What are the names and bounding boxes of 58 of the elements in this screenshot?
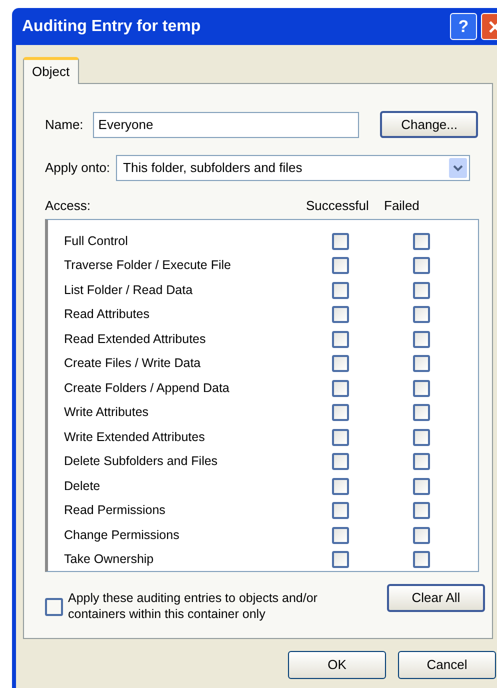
permission-label: Traverse Folder / Execute File [64,257,232,274]
checkbox[interactable] [413,428,430,446]
object-tab[interactable]: Object [23,57,79,84]
checkbox[interactable] [332,306,349,324]
name-field[interactable]: Everyone [93,112,360,138]
checkbox[interactable] [413,404,430,422]
field-label: Name: [45,116,84,134]
ok-button[interactable]: OK [288,651,386,679]
checkbox-label: Apply these auditing entries to objects and/or containers within this container only [68,590,318,622]
checkbox[interactable] [332,257,349,274]
permission-label: Take Ownership [64,551,155,568]
permission-label: Create Files / Write Data [64,355,202,372]
checkbox[interactable] [332,453,349,470]
field-label: Apply onto: [45,159,110,178]
checkbox[interactable] [413,330,430,348]
checkbox[interactable] [413,232,430,250]
checkbox[interactable] [413,478,430,495]
permission-label: Read Extended Attributes [64,330,207,348]
checkbox[interactable] [332,404,349,422]
permission-label: Read Attributes [64,306,150,324]
checkbox[interactable] [332,526,349,544]
checkbox[interactable] [332,380,349,397]
checkbox[interactable] [413,257,430,274]
checkbox[interactable] [45,598,63,616]
checkbox[interactable] [413,380,430,397]
permission-label: Full Control [64,232,129,250]
access-label: Access: [45,196,92,214]
column-header: Successful [306,196,370,214]
checkbox[interactable] [413,453,430,470]
permission-label: Change Permissions [64,526,180,544]
help-button[interactable]: ? [450,13,477,40]
checkbox[interactable] [413,355,430,372]
column-header: Failed [384,196,420,214]
apply-onto-dropdown[interactable]: This folder, subfolders and files [116,155,470,181]
checkbox[interactable] [332,232,349,250]
window-title: Auditing Entry for temp [22,16,202,36]
checkbox[interactable] [332,478,349,495]
change-button[interactable]: Change... [380,111,478,138]
checkbox[interactable] [332,428,349,446]
permission-label: List Folder / Read Data [64,282,194,299]
checkbox[interactable] [413,551,430,568]
checkbox[interactable] [332,282,349,299]
cancel-button[interactable]: Cancel [398,651,496,679]
permission-label: Create Folders / Append Data [64,380,230,397]
checkbox[interactable] [332,330,349,348]
checkbox[interactable] [413,526,430,544]
checkbox[interactable] [332,551,349,568]
permission-label: Write Attributes [64,404,150,422]
permission-label: Write Extended Attributes [64,428,206,446]
checkbox[interactable] [413,306,430,324]
permission-label: Delete [64,478,102,495]
permission-label: Read Permissions [64,502,166,520]
permission-label: Delete Subfolders and Files [64,453,219,470]
checkbox[interactable] [413,282,430,299]
clear-all-button[interactable]: Clear All [387,584,485,612]
checkbox[interactable] [413,502,430,520]
checkbox[interactable] [332,502,349,520]
checkbox[interactable] [332,355,349,372]
